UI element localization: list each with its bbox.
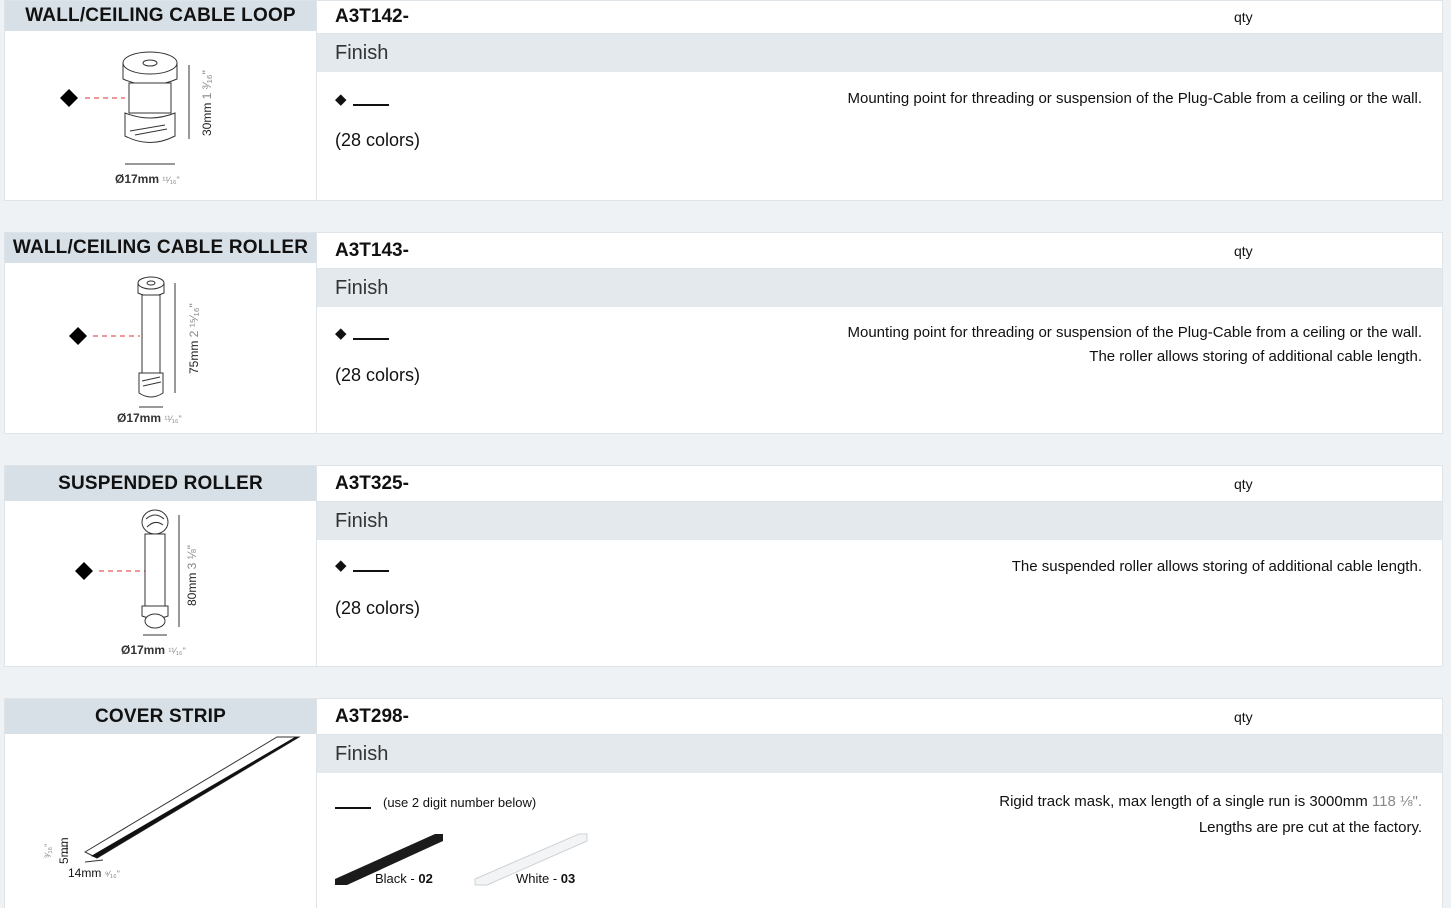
height-dimension-inches: ³⁄₁₆" bbox=[43, 843, 53, 858]
code-row: A3T143- qty bbox=[317, 233, 1442, 269]
swatch-white-label: White - 03 bbox=[516, 871, 576, 886]
finish-row: Finish bbox=[317, 502, 1442, 540]
finish-blank[interactable]: ◆ bbox=[335, 556, 389, 574]
product-code: A3T143- bbox=[335, 239, 409, 261]
product-diagram: 5mm ³⁄₁₆" 14mm ⁹⁄₁₆" bbox=[5, 734, 316, 908]
product-name: WALL/CEILING CABLE LOOP bbox=[5, 1, 316, 31]
height-dimension: 80mm 3 ⅛" bbox=[185, 545, 199, 606]
finish-label: Finish bbox=[335, 742, 389, 765]
finish-row: Finish bbox=[317, 269, 1442, 307]
colors-count: (28 colors) bbox=[335, 365, 421, 385]
finish-label: Finish bbox=[335, 276, 389, 299]
product-diagram: 75mm 2 ¹⁵⁄₁₆" Ø17mm ¹¹⁄₁₆" bbox=[5, 269, 316, 433]
qty-label[interactable]: qty bbox=[1234, 243, 1253, 259]
finish-blank[interactable]: (use 2 digit number below) bbox=[335, 795, 536, 810]
product-image-panel: WALL/CEILING CABLE ROLLER 75mm 2 ¹⁵⁄₁₆" … bbox=[5, 233, 317, 433]
finish-label: Finish bbox=[335, 509, 389, 532]
product-code: A3T325- bbox=[335, 472, 409, 494]
product-code: A3T298- bbox=[335, 705, 409, 727]
product-description: Mounting point for threading or suspensi… bbox=[847, 324, 1423, 365]
qty-label[interactable]: qty bbox=[1234, 9, 1253, 25]
cover-strip-drawing bbox=[66, 736, 301, 863]
product-name: COVER STRIP bbox=[5, 699, 316, 734]
product-code: A3T142- bbox=[335, 6, 409, 27]
finish-hint: (use 2 digit number below) bbox=[383, 795, 537, 810]
code-row: A3T142- qty bbox=[317, 1, 1442, 34]
height-dimension: 5mm bbox=[57, 837, 71, 864]
product-description: Mounting point for threading or suspensi… bbox=[847, 90, 1423, 107]
code-row: A3T325- qty bbox=[317, 466, 1442, 502]
colors-count: (28 colors) bbox=[335, 130, 421, 150]
finish-row: Finish bbox=[317, 34, 1442, 72]
product-name: SUSPENDED ROLLER bbox=[5, 466, 316, 501]
finish-blank[interactable]: ◆ bbox=[335, 90, 389, 108]
finish-blank[interactable]: ◆ bbox=[335, 324, 389, 342]
swatch-black-label: Black - 02 bbox=[375, 871, 433, 886]
product-description: Rigid track mask, max length of a single… bbox=[999, 793, 1422, 836]
qty-label[interactable]: qty bbox=[1234, 709, 1253, 725]
product-info-panel: A3T143- qty Finish ◆ (28 colors) Mountin… bbox=[317, 233, 1442, 433]
diameter-dimension: Ø17mm ¹¹⁄₁₆" bbox=[121, 643, 186, 657]
height-dimension: 75mm 2 ¹⁵⁄₁₆" bbox=[187, 303, 201, 374]
product-description: The suspended roller allows storing of a… bbox=[1011, 558, 1422, 575]
finish-row: Finish bbox=[317, 735, 1442, 773]
product-card-cover-strip: COVER STRIP 5mm ³⁄₁₆" 14mm ⁹⁄₁₆" A3T298-… bbox=[4, 698, 1443, 908]
code-row: A3T298- qty bbox=[317, 699, 1442, 735]
product-image-panel: COVER STRIP 5mm ³⁄₁₆" 14mm ⁹⁄₁₆" bbox=[5, 699, 317, 908]
diameter-dimension: Ø17mm ¹¹⁄₁₆" bbox=[117, 411, 182, 425]
product-card-cable-roller: WALL/CEILING CABLE ROLLER 75mm 2 ¹⁵⁄₁₆" … bbox=[4, 232, 1443, 434]
colors-count: (28 colors) bbox=[335, 598, 421, 618]
width-dimension: 14mm ⁹⁄₁₆" bbox=[68, 866, 120, 880]
diameter-dimension: Ø17mm ¹¹⁄₁₆" bbox=[115, 172, 180, 186]
qty-label[interactable]: qty bbox=[1234, 476, 1253, 492]
product-image-panel: SUSPENDED ROLLER 80mm 3 ⅛" Ø17mm ¹¹⁄₁₆" bbox=[5, 466, 317, 666]
product-name: WALL/CEILING CABLE ROLLER bbox=[5, 233, 316, 263]
product-info-panel: A3T298- qty Finish (use 2 digit number b… bbox=[317, 699, 1442, 908]
height-dimension: 30mm 1 ³⁄₁₆" bbox=[200, 70, 214, 136]
product-card-suspended-roller: SUSPENDED ROLLER 80mm 3 ⅛" Ø17mm ¹¹⁄₁₆" bbox=[4, 465, 1443, 667]
product-card-cable-loop: WALL/CEILING CABLE LOOP 30mm 1 ³⁄₁₆" Ø17… bbox=[4, 0, 1443, 201]
product-diagram: 30mm 1 ³⁄₁₆" Ø17mm ¹¹⁄₁₆" bbox=[5, 31, 316, 200]
product-image-panel: WALL/CEILING CABLE LOOP 30mm 1 ³⁄₁₆" Ø17… bbox=[5, 1, 317, 200]
product-info-panel: A3T142- qty Finish ◆ (28 colors) Mountin… bbox=[317, 1, 1442, 200]
finish-label: Finish bbox=[335, 41, 389, 64]
product-info-panel: A3T325- qty Finish ◆ (28 colors) The sus… bbox=[317, 466, 1442, 666]
product-diagram: 80mm 3 ⅛" Ø17mm ¹¹⁄₁₆" bbox=[5, 501, 316, 666]
